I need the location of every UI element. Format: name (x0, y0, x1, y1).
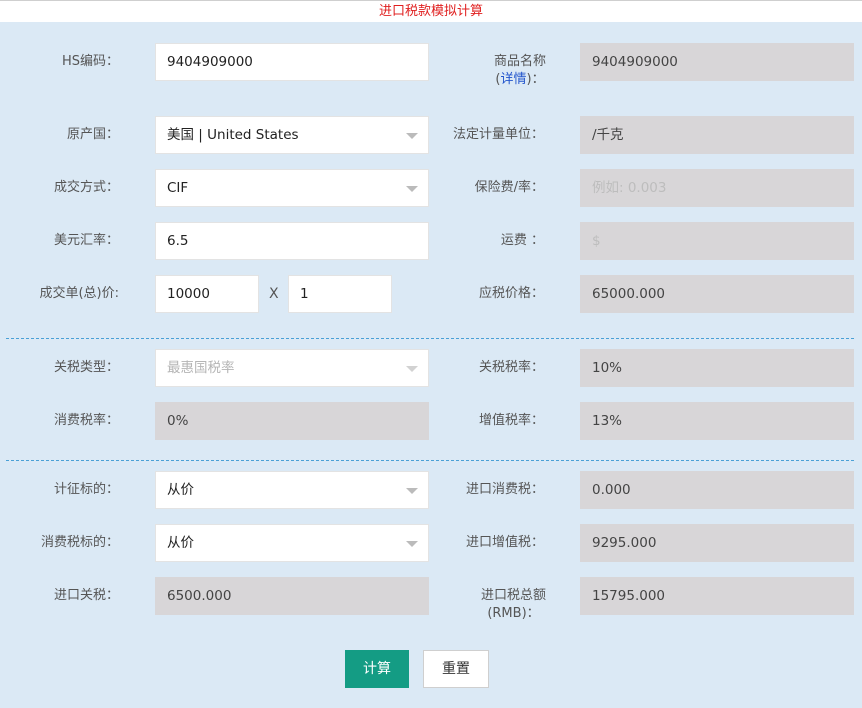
usd-rate-input[interactable]: 6.5 (155, 222, 429, 260)
section-divider-1 (6, 338, 854, 339)
product-detail-link[interactable]: 详情 (500, 72, 526, 87)
tariff-type-select[interactable]: 最惠国税率 (155, 349, 429, 387)
tariff-type-label: 关税类型： (53, 360, 119, 375)
product-name-field: 9404909000 (580, 43, 854, 81)
taxable-price-label: 应税价格： (478, 286, 544, 301)
calculate-button[interactable]: 计算 (345, 650, 409, 688)
trade-terms-label: 成交方式： (53, 180, 119, 195)
consumption-rate-field: 0% (155, 402, 429, 440)
total-tax-label-line2: (RMB)： (487, 606, 540, 621)
vat-rate-label: 增值税率： (478, 413, 544, 428)
freight-label: 运费 ： (500, 233, 544, 248)
total-tax-label: 进口税总额 (RMB)： (481, 587, 546, 623)
insurance-input[interactable]: 例如: 0.003 (580, 169, 854, 207)
legal-unit-field: /千克 (580, 116, 854, 154)
quantity-input[interactable]: 1 (288, 275, 392, 313)
trade-terms-select[interactable]: CIF (155, 169, 429, 207)
usd-rate-label: 美元汇率： (53, 233, 119, 248)
tariff-rate-field: 10% (580, 349, 854, 387)
origin-select[interactable]: 美国 | United States (155, 116, 429, 154)
taxable-price-field: 65000.000 (580, 275, 854, 313)
legal-unit-label: 法定计量单位： (452, 127, 544, 142)
total-tax-label-line1: 进口税总额 (480, 588, 546, 603)
section-divider-2 (6, 460, 854, 461)
page-title: 进口税款模拟计算 (0, 0, 862, 22)
import-vat-label: 进口增值税： (465, 535, 544, 550)
unit-price-input[interactable]: 10000 (155, 275, 259, 313)
reset-button[interactable]: 重置 (423, 650, 489, 688)
tax-basis-label: 计征标的： (53, 482, 119, 497)
import-vat-field: 9295.000 (580, 524, 854, 562)
origin-label: 原产国： (66, 127, 119, 142)
product-name-label-text: 商品名称 (493, 54, 546, 69)
product-name-label: 商品名称 (详情)： (493, 54, 546, 87)
consumption-basis-select[interactable]: 从价 (155, 524, 429, 562)
tariff-rate-label: 关税税率： (478, 360, 544, 375)
unit-price-label: 成交单(总)价: (39, 286, 119, 301)
vat-rate-field: 13% (580, 402, 854, 440)
import-tariff-field: 6500.000 (155, 577, 429, 615)
import-tariff-label: 进口关税： (53, 588, 119, 603)
total-tax-field: 15795.000 (580, 577, 854, 615)
tax-basis-select[interactable]: 从价 (155, 471, 429, 509)
multiply-sign: X (269, 286, 279, 302)
consumption-rate-label: 消费税率： (53, 413, 119, 428)
hs-code-label: HS编码： (61, 54, 119, 69)
consumption-basis-label: 消费税标的： (40, 535, 119, 550)
insurance-label: 保险费/率： (474, 180, 544, 195)
import-consumption-tax-field: 0.000 (580, 471, 854, 509)
freight-input[interactable]: $ (580, 222, 854, 260)
import-consumption-tax-label: 进口消费税： (465, 482, 544, 497)
hs-code-input[interactable]: 9404909000 (155, 43, 429, 81)
